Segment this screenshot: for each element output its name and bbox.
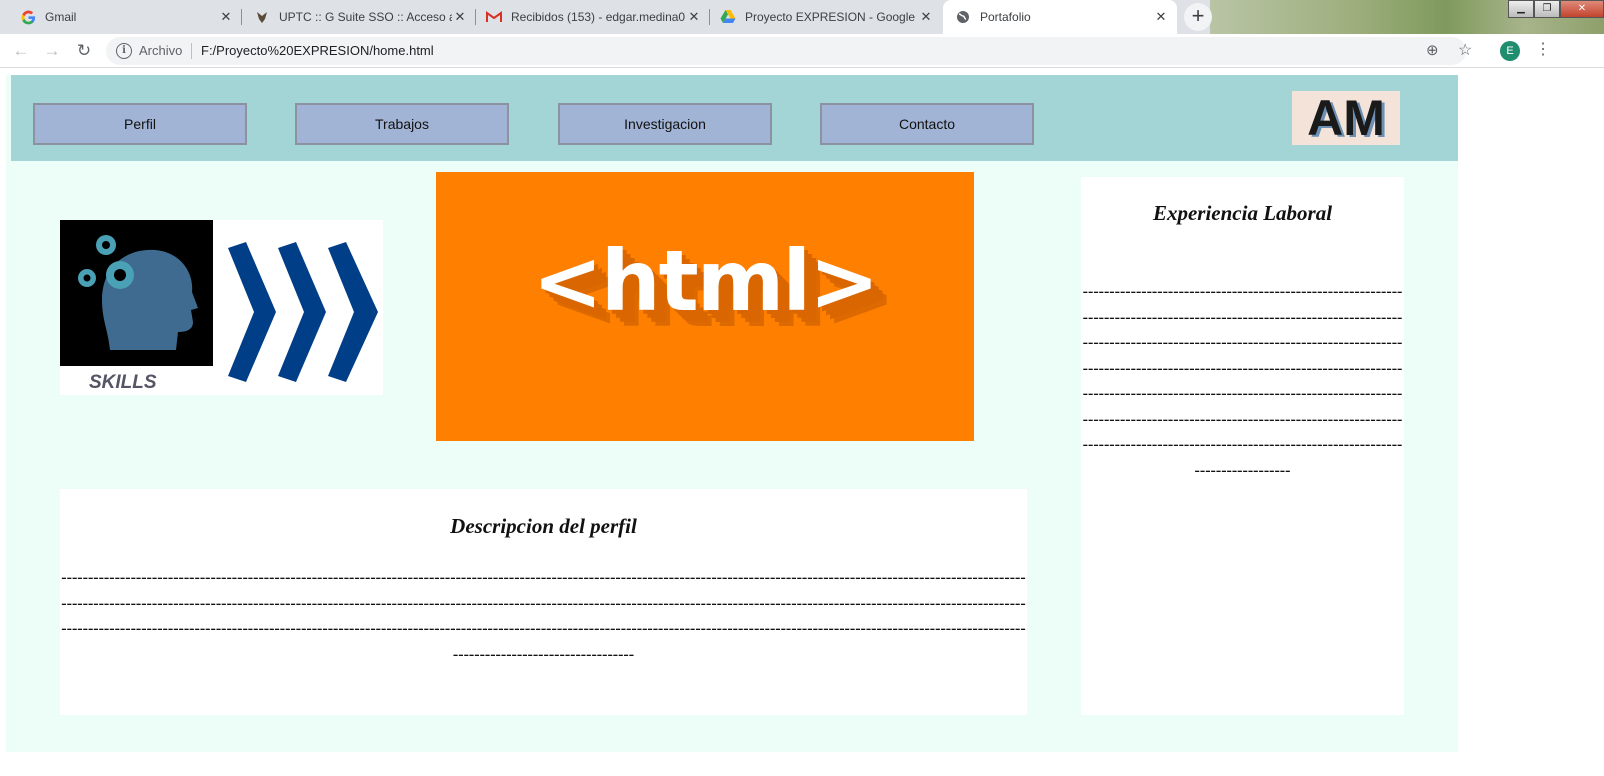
restore-icon[interactable]: ❐ [1534,0,1560,18]
tab-title: UPTC :: G Suite SSO :: Acceso a G [279,10,452,24]
profile-title: Descripcion del perfil [450,514,637,538]
address-bar[interactable]: i Archivo F:/Proyecto%20EXPRESION/home.h… [106,37,1472,65]
skills-label: SKILLS [89,372,157,393]
address-url[interactable]: F:/Proyecto%20EXPRESION/home.html [201,43,434,58]
bookmark-star-icon[interactable]: ☆ [1458,40,1472,60]
tab-uptc-sso[interactable]: UPTC :: G Suite SSO :: Acceso a G ✕ [242,0,476,34]
chevrons-icon [228,242,378,382]
info-icon[interactable]: i [116,43,132,59]
reload-icon[interactable]: ↻ [73,40,95,62]
new-tab-button[interactable]: + [1184,3,1212,31]
head-silhouette-icon [60,220,213,366]
tab-portafolio[interactable]: Portafolio ✕ [943,0,1177,34]
tab-strip: Gmail ✕ UPTC :: G Suite SSO :: Acceso a … [0,0,1604,34]
close-tab-icon[interactable]: ✕ [686,9,702,25]
gmail-m-icon [486,9,502,25]
close-tab-icon[interactable]: ✕ [218,9,234,25]
close-window-icon[interactable]: ✕ [1560,0,1604,18]
tab-title: Recibidos (153) - edgar.medina0 [511,10,686,24]
tab-title: Proyecto EXPRESION - Google D [745,10,918,24]
site-navbar: Perfil Trabajos Investigacion Contacto A… [11,75,1458,161]
kebab-menu-icon[interactable]: ⋮ [1535,39,1551,61]
tab-gmail[interactable]: Gmail ✕ [0,0,242,34]
forward-arrow-icon[interactable]: → [41,40,63,62]
experience-body: ----------------------------------------… [1082,283,1403,479]
zoom-icon[interactable]: ⊕ [1426,41,1439,59]
skills-image: SKILLS [60,220,383,395]
address-divider [191,43,192,59]
window-controls: ▁ ❐ ✕ [1508,0,1604,18]
profile-avatar[interactable]: E [1500,41,1520,61]
tab-title: Portafolio [980,10,1031,24]
globe-icon [955,9,971,25]
profile-description-card: Descripcion del perfil -----------------… [60,489,1027,715]
tab-google-drive[interactable]: Proyecto EXPRESION - Google D ✕ [710,0,942,34]
html-banner-text: <html> [532,232,879,330]
nav-trabajos-button[interactable]: Trabajos [295,103,509,145]
google-g-icon [20,9,36,25]
am-logo[interactable]: AM [1292,91,1400,145]
address-scheme-label: Archivo [139,43,183,58]
nav-perfil-button[interactable]: Perfil [33,103,247,145]
nav-contacto-button[interactable]: Contacto [820,103,1034,145]
tab-gmail-inbox[interactable]: Recibidos (153) - edgar.medina0 ✕ [476,0,710,34]
back-arrow-icon[interactable]: ← [10,40,32,62]
google-drive-icon [720,9,736,25]
uptc-shield-icon [254,9,270,25]
close-tab-icon[interactable]: ✕ [452,9,468,25]
close-tab-icon[interactable]: ✕ [918,9,934,25]
nav-investigacion-button[interactable]: Investigacion [558,103,772,145]
tab-title: Gmail [45,10,77,24]
profile-body: ----------------------------------------… [61,569,1026,663]
page-margin [1458,69,1604,776]
minimize-icon[interactable]: ▁ [1508,0,1534,18]
page-viewport: Perfil Trabajos Investigacion Contacto A… [0,69,1604,776]
browser-toolbar: ← → ↻ i Archivo F:/Proyecto%20EXPRESION/… [0,34,1604,68]
experience-title: Experiencia Laboral [1152,201,1333,225]
experience-card: Experiencia Laboral --------------------… [1081,177,1404,715]
html-banner-image: <html> [436,172,974,441]
close-tab-icon[interactable]: ✕ [1153,9,1169,25]
